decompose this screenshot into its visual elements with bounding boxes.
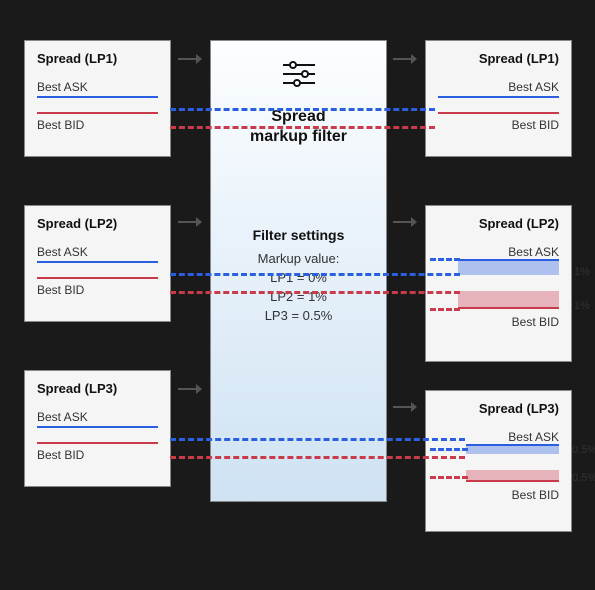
card-title: Spread (LP1): [37, 51, 158, 66]
markup-lp3: LP3 = 0.5%: [211, 308, 386, 323]
card-title: Spread (LP2): [37, 216, 158, 231]
bid-markup-band: [458, 291, 559, 307]
ask-line: [37, 261, 158, 263]
arrow-icon: [393, 215, 417, 229]
filter-settings-title: Filter settings: [211, 227, 386, 243]
output-spread-lp1: Spread (LP1) Best ASK Best BID: [425, 40, 572, 157]
output-spread-lp2: Spread (LP2) Best ASK Best BID: [425, 205, 572, 362]
bid-line: [37, 277, 158, 279]
best-ask-label: Best ASK: [37, 80, 158, 94]
arrow-icon: [178, 215, 202, 229]
input-spread-lp3: Spread (LP3) Best ASK Best BID: [24, 370, 171, 487]
ask-line: [438, 96, 559, 98]
bid-line: [37, 442, 158, 444]
ask-markup-band: [466, 444, 559, 454]
arrow-icon: [178, 382, 202, 396]
connector-bid-step: [430, 476, 468, 479]
input-spread-lp2: Spread (LP2) Best ASK Best BID: [24, 205, 171, 322]
card-title: Spread (LP3): [438, 401, 559, 416]
bid-line: [438, 112, 559, 114]
markup-value-label: Markup value:: [211, 251, 386, 266]
best-ask-label: Best ASK: [37, 245, 158, 259]
best-bid-label: Best BID: [37, 118, 158, 132]
ask-line: [37, 96, 158, 98]
sliders-icon: [281, 59, 317, 89]
best-ask-label: Best ASK: [37, 410, 158, 424]
card-title: Spread (LP2): [438, 216, 559, 231]
markup-pct-lp2-bid: 1%: [574, 300, 590, 312]
card-title: Spread (LP1): [438, 51, 559, 66]
connector-ask: [170, 273, 460, 276]
best-bid-label: Best BID: [438, 118, 559, 132]
connector-ask: [170, 108, 435, 111]
connector-ask-step: [430, 448, 468, 451]
bid-line: [458, 307, 559, 309]
connector-bid: [170, 126, 435, 129]
ask-markup-band: [458, 259, 559, 275]
connector-bid: [170, 456, 465, 459]
connector-ask: [170, 438, 465, 441]
ask-line: [37, 426, 158, 428]
markup-pct-lp3-bid: 0.5%: [572, 472, 595, 484]
bid-markup-band: [466, 470, 559, 480]
best-bid-label: Best BID: [466, 488, 559, 502]
arrow-icon: [393, 400, 417, 414]
input-spread-lp1: Spread (LP1) Best ASK Best BID: [24, 40, 171, 157]
connector-bid-step: [430, 308, 460, 311]
card-title: Spread (LP3): [37, 381, 158, 396]
connector-ask-step: [430, 258, 460, 261]
markup-pct-lp2-ask: 1%: [574, 266, 590, 278]
arrow-icon: [393, 52, 417, 66]
bid-line: [37, 112, 158, 114]
output-spread-lp3: Spread (LP3) Best ASK Best BID: [425, 390, 572, 532]
bid-line: [466, 480, 559, 482]
best-ask-label: Best ASK: [438, 80, 559, 94]
arrow-icon: [178, 52, 202, 66]
connector-bid: [170, 291, 460, 294]
best-ask-label: Best ASK: [466, 430, 559, 444]
best-ask-label: Best ASK: [458, 245, 559, 259]
best-bid-label: Best BID: [37, 283, 158, 297]
best-bid-label: Best BID: [37, 448, 158, 462]
markup-pct-lp3-ask: 0.5%: [572, 444, 595, 456]
best-bid-label: Best BID: [458, 315, 559, 329]
